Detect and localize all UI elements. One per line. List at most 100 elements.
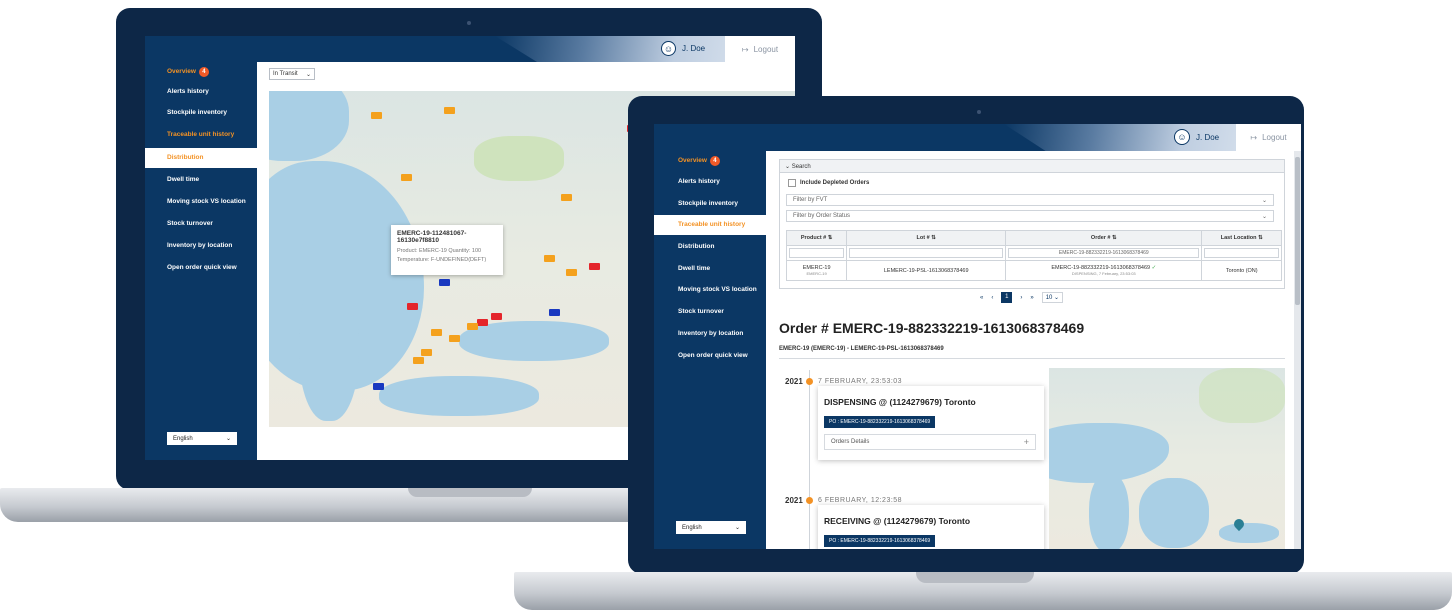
user-menu[interactable]: ☺ J. Doe <box>661 41 705 56</box>
column-header-last-location[interactable]: Last Location ⇅ <box>1201 230 1282 246</box>
logout-button[interactable]: ↦ Logout <box>725 36 795 62</box>
truck-marker[interactable] <box>549 309 560 316</box>
bay-water <box>299 271 359 421</box>
logout-icon: ↦ <box>741 44 749 54</box>
park-area <box>1199 368 1285 423</box>
order-search-input[interactable]: EMERC-19-882332219-1613068378469 <box>1008 248 1200 258</box>
lake-erie <box>379 376 539 416</box>
orders-details-accordion[interactable]: Orders Details + <box>824 434 1036 450</box>
page-size-select[interactable]: 10 ⌄ <box>1041 292 1064 303</box>
sidebar-item-stockpile-inventory[interactable]: Stockpile inventory <box>145 103 257 123</box>
timeline-date: 6 FEBRUARY, 12:23:58 <box>818 497 903 504</box>
location-search-input[interactable] <box>1204 248 1279 258</box>
sidebar-item-alerts-history[interactable]: Alerts history <box>145 82 257 102</box>
sidebar-item-open-order-quick-view[interactable]: Open order quick view <box>145 258 257 278</box>
timeline-date: 7 FEBRUARY, 23:53:03 <box>818 378 903 385</box>
event-card: DISPENSING @ (1124279679) Toronto PO : E… <box>818 386 1044 460</box>
sidebar-item-stockpile-inventory[interactable]: Stockpile inventory <box>654 194 766 214</box>
truck-marker[interactable] <box>566 269 577 276</box>
left-topbar: ☺ J. Doe ↦ Logout <box>145 36 795 62</box>
include-depleted-label: Include Depleted Orders <box>800 180 870 186</box>
truck-marker[interactable] <box>401 174 412 181</box>
timeline-dot <box>806 378 813 385</box>
sidebar-item-dwell-time[interactable]: Dwell time <box>145 170 257 190</box>
truck-marker[interactable] <box>421 349 432 356</box>
po-badge: PO : EMERC-19-882332219-1613068378469 <box>824 535 936 547</box>
user-name: J. Doe <box>682 44 706 53</box>
language-select[interactable]: English ⌄ <box>676 521 746 534</box>
po-badge: PO : EMERC-19-882332219-1613068378469 <box>824 416 936 428</box>
truck-marker[interactable] <box>407 303 418 310</box>
sidebar-item-traceable-unit-history[interactable]: Traceable unit history <box>654 215 766 235</box>
search-toggle[interactable]: ⌄ Search <box>779 159 1285 173</box>
park-area <box>474 136 564 181</box>
sidebar-item-distribution[interactable]: Distribution <box>654 237 766 257</box>
truck-marker[interactable] <box>449 335 460 342</box>
truck-marker[interactable] <box>491 313 502 320</box>
language-select[interactable]: English ⌄ <box>167 432 237 445</box>
scrollbar-thumb[interactable] <box>1295 157 1300 305</box>
column-header-product[interactable]: Product # ⇅ <box>785 230 848 246</box>
user-menu[interactable]: ☺ J. Doe <box>1174 129 1219 145</box>
truck-marker[interactable] <box>373 383 384 390</box>
orders-table: Product # ⇅ Lot # ⇅ Order # ⇅ Last Locat… <box>785 230 1282 281</box>
sidebar-item-stock-turnover[interactable]: Stock turnover <box>654 302 766 322</box>
order-title: Order # EMERC-19-882332219-1613068378469 <box>779 320 1085 336</box>
truck-marker[interactable] <box>589 263 600 270</box>
lake-ontario <box>1219 523 1279 543</box>
sidebar-item-moving-stock[interactable]: Moving stock VS location <box>654 280 766 300</box>
sidebar-item-inventory-by-location[interactable]: Inventory by location <box>654 324 766 344</box>
section-divider <box>779 358 1285 359</box>
lot-search-input[interactable] <box>849 248 1004 258</box>
left-laptop-camera <box>467 21 471 25</box>
truck-marker[interactable] <box>477 319 488 326</box>
prev-page-button[interactable]: ‹ <box>991 295 993 301</box>
sidebar-item-traceable-unit-history[interactable]: Traceable unit history <box>145 125 257 145</box>
right-screen: ☺ J. Doe ↦ Logout Overview 4 Alerts histo… <box>654 124 1301 549</box>
truck-marker[interactable] <box>561 194 572 201</box>
truck-marker[interactable] <box>467 323 478 330</box>
chevron-down-icon: ⌄ <box>1261 197 1267 204</box>
truck-marker[interactable] <box>431 329 442 336</box>
column-header-lot[interactable]: Lot # ⇅ <box>846 230 1007 246</box>
order-status-filter-select[interactable]: Filter by Order Status ⌄ <box>786 210 1274 222</box>
status-filter-select[interactable]: In Transit ⌄ <box>269 68 315 80</box>
column-search-row: EMERC-19-882332219-1613068378469 <box>785 245 1282 261</box>
sidebar-item-stock-turnover[interactable]: Stock turnover <box>145 214 257 234</box>
product-search-input[interactable] <box>789 248 845 258</box>
route-map[interactable] <box>1049 368 1285 549</box>
logout-button[interactable]: ↦ Logout <box>1236 124 1301 151</box>
sidebar-item-overview[interactable]: Overview 4 <box>145 62 257 82</box>
last-page-button[interactable]: » <box>1030 295 1033 301</box>
cell-location: Toronto (ON) <box>1201 260 1282 281</box>
sort-icon: ⇅ <box>1258 235 1263 241</box>
table-row[interactable]: EMERC-19 EMERC-19 LEMERC-19-PSL-161306837… <box>785 260 1282 281</box>
sidebar-item-alerts-history[interactable]: Alerts history <box>654 172 766 192</box>
next-page-button[interactable]: › <box>1020 295 1022 301</box>
truck-marker[interactable] <box>371 112 382 119</box>
logout-icon: ↦ <box>1250 133 1258 142</box>
page-1-button[interactable]: 1 <box>1001 292 1013 303</box>
left-laptop-notch <box>408 488 532 497</box>
lake-nipigon <box>269 91 349 161</box>
user-icon: ☺ <box>1174 129 1190 145</box>
fvt-filter-select[interactable]: Filter by FVT ⌄ <box>786 194 1274 206</box>
sidebar-item-moving-stock[interactable]: Moving stock VS location <box>145 192 257 212</box>
sidebar-item-overview[interactable]: Overview 4 <box>654 151 766 171</box>
truck-marker[interactable] <box>439 279 450 286</box>
timeline-year: 2021 <box>785 377 803 386</box>
first-page-button[interactable]: « <box>980 295 983 301</box>
popup-title: EMERC-19-112481067- <box>397 230 467 237</box>
sidebar-item-distribution[interactable]: Distribution <box>145 148 257 168</box>
sidebar-item-dwell-time[interactable]: Dwell time <box>654 259 766 279</box>
truck-marker[interactable] <box>544 255 555 262</box>
truck-marker[interactable] <box>413 357 424 364</box>
column-header-order[interactable]: Order # ⇅ <box>1005 230 1203 246</box>
truck-marker[interactable] <box>444 107 455 114</box>
left-sidebar: Overview 4 Alerts history Stockpile inven… <box>145 62 257 460</box>
sidebar-item-open-order-quick-view[interactable]: Open order quick view <box>654 346 766 366</box>
scrollbar[interactable] <box>1294 151 1301 549</box>
chevron-down-icon: ⌄ <box>305 71 311 78</box>
include-depleted-checkbox[interactable] <box>788 179 796 187</box>
sidebar-item-inventory-by-location[interactable]: Inventory by location <box>145 236 257 256</box>
